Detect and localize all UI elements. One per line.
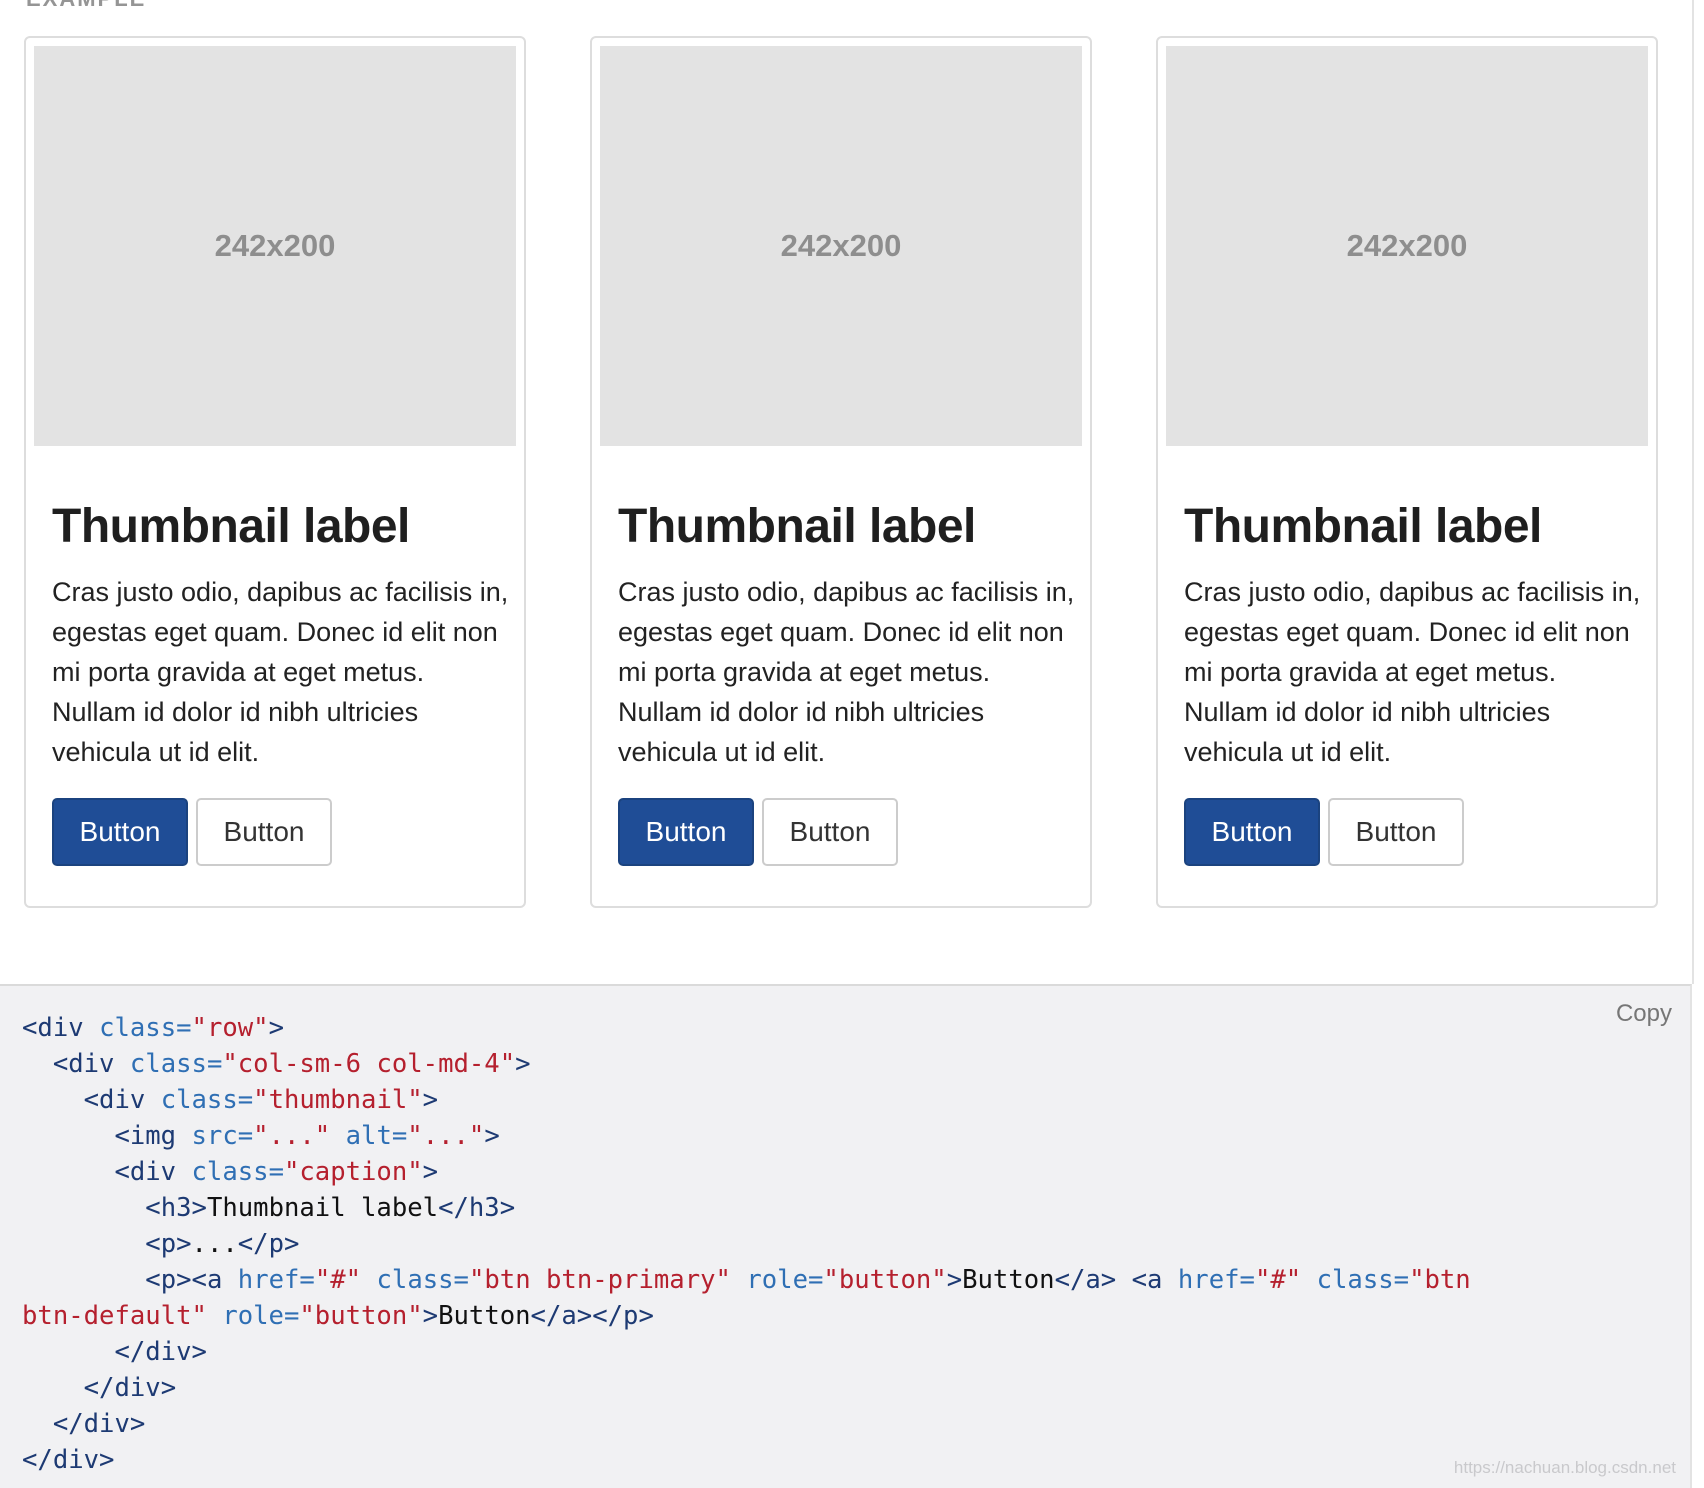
placeholder-label: 242x200 <box>780 228 902 263</box>
thumbnail-text: Cras justo odio, dapibus ac facilisis in… <box>618 577 1075 767</box>
page: EXAMPLE 242x200 Thumbnail label Cras jus… <box>0 0 1704 1488</box>
watermark: https://nachuan.blog.csdn.net <box>1453 1458 1676 1477</box>
caption: Thumbnail label Cras justo odio, dapibus… <box>1184 498 1640 772</box>
primary-button[interactable]: Button <box>618 798 754 866</box>
thumbnail-image: 242x200 <box>600 46 1082 446</box>
thumbnail-text: Cras justo odio, dapibus ac facilisis in… <box>1184 577 1641 767</box>
primary-button[interactable]: Button <box>52 798 188 866</box>
button-group: Button Button <box>1184 798 1464 866</box>
example-label: EXAMPLE <box>26 0 146 12</box>
thumbnail-card: 242x200 Thumbnail label Cras justo odio,… <box>1156 36 1658 908</box>
caption: Thumbnail label Cras justo odio, dapibus… <box>52 498 508 772</box>
default-button[interactable]: Button <box>196 798 332 866</box>
thumbnail-title: Thumbnail label <box>618 500 976 553</box>
thumbnail-title: Thumbnail label <box>1184 500 1542 553</box>
thumbnail-image: 242x200 <box>34 46 516 446</box>
default-button[interactable]: Button <box>1328 798 1464 866</box>
code-block: Copy <div class="row"> <div class="col-s… <box>0 984 1692 1488</box>
thumbnail-card: 242x200 Thumbnail label Cras justo odio,… <box>590 36 1092 908</box>
thumbnail-image: 242x200 <box>1166 46 1648 446</box>
default-button[interactable]: Button <box>762 798 898 866</box>
code-listing: <div class="row"> <div class="col-sm-6 c… <box>22 1013 1471 1475</box>
thumbnail-text: Cras justo odio, dapibus ac facilisis in… <box>52 577 509 767</box>
placeholder-label: 242x200 <box>1346 228 1468 263</box>
thumbnail-title: Thumbnail label <box>52 500 410 553</box>
thumbnail-card: 242x200 Thumbnail label Cras justo odio,… <box>24 36 526 908</box>
primary-button[interactable]: Button <box>1184 798 1320 866</box>
copy-button[interactable]: Copy <box>1616 1000 1672 1028</box>
button-group: Button Button <box>618 798 898 866</box>
placeholder-label: 242x200 <box>214 228 336 263</box>
button-group: Button Button <box>52 798 332 866</box>
example-frame: EXAMPLE 242x200 Thumbnail label Cras jus… <box>0 0 1694 984</box>
caption: Thumbnail label Cras justo odio, dapibus… <box>618 498 1074 772</box>
